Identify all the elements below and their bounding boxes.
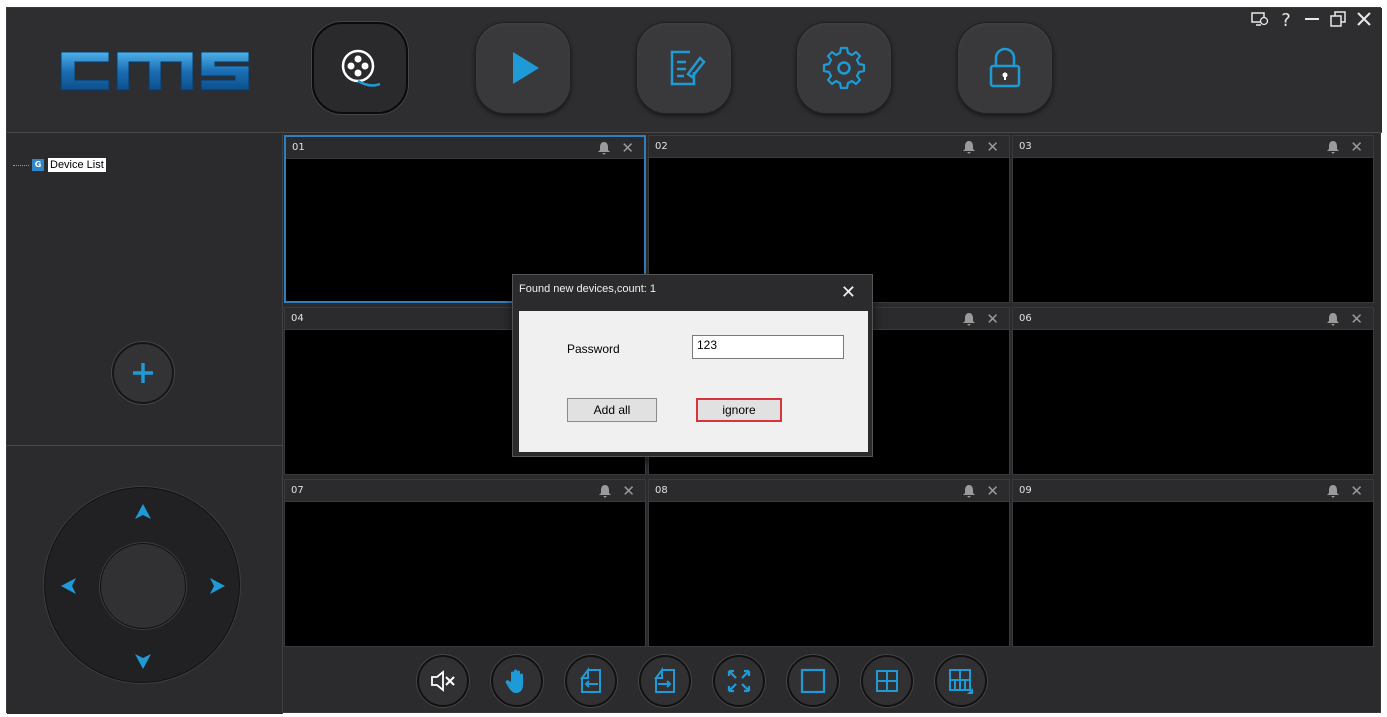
- import-icon: [580, 667, 601, 693]
- video-cell-09[interactable]: 09 ✕: [1012, 479, 1374, 647]
- left-panel: G Device List: [7, 134, 283, 714]
- dialog-close-button[interactable]: ✕: [841, 284, 856, 302]
- gear-icon: [822, 46, 866, 90]
- single-layout-button[interactable]: [787, 655, 839, 707]
- dialog-body: Password 123 Add all ignore: [519, 311, 868, 452]
- group-icon: G: [32, 159, 44, 171]
- monitor-settings-icon[interactable]: [1250, 10, 1270, 32]
- arrow-right-icon[interactable]: [207, 576, 227, 596]
- cell-header: 06 ✕: [1013, 308, 1373, 330]
- fullscreen-icon: [727, 669, 751, 693]
- bell-icon[interactable]: [962, 140, 976, 154]
- bell-icon[interactable]: [1326, 140, 1340, 154]
- cell-header: 09 ✕: [1013, 480, 1373, 502]
- fullscreen-button[interactable]: [713, 655, 765, 707]
- export-icon: [654, 667, 675, 693]
- film-reel-icon: [341, 49, 381, 87]
- bell-icon[interactable]: [597, 141, 611, 155]
- video-cell-06[interactable]: 06 ✕: [1012, 307, 1374, 475]
- cell-header: 02 ✕: [649, 136, 1009, 158]
- app-window: ? G Device List 01 ✕ 02 ✕ 03 ✕ 04 ✕ 06 ✕…: [0, 0, 1387, 717]
- cell-label: 01: [292, 142, 305, 153]
- nav-log-button[interactable]: [636, 22, 732, 114]
- video-cell-08[interactable]: 08 ✕: [648, 479, 1010, 647]
- main-window: ? G Device List 01 ✕ 02 ✕ 03 ✕ 04 ✕ 06 ✕…: [6, 7, 1382, 714]
- edit-document-icon: [670, 50, 706, 86]
- single-layout-icon: [800, 668, 826, 694]
- password-label: Password: [567, 342, 620, 356]
- mute-icon: [431, 670, 455, 692]
- mute-button[interactable]: [417, 655, 469, 707]
- bell-icon[interactable]: [962, 484, 976, 498]
- cell-label: 02: [655, 141, 668, 152]
- nav-preview-button[interactable]: [312, 22, 408, 114]
- cell-header: 08 ✕: [649, 480, 1009, 502]
- play-icon: [513, 52, 539, 84]
- import-button[interactable]: [565, 655, 617, 707]
- hand-button[interactable]: [491, 655, 543, 707]
- close-icon[interactable]: ✕: [1350, 483, 1363, 498]
- dialog-title: Found new devices,count: 1: [519, 283, 656, 295]
- lock-icon: [989, 47, 1021, 88]
- add-device-button[interactable]: [112, 342, 174, 404]
- tree-connector: [13, 164, 29, 166]
- close-icon[interactable]: ✕: [986, 483, 999, 498]
- window-controls: ?: [1250, 10, 1374, 32]
- ptz-center-button[interactable]: [100, 543, 186, 629]
- quad-layout-icon: [876, 670, 898, 692]
- restore-icon[interactable]: [1328, 10, 1348, 32]
- bell-icon[interactable]: [1326, 484, 1340, 498]
- cell-header: 01 ✕: [286, 137, 644, 159]
- close-icon[interactable]: ✕: [621, 140, 634, 155]
- nav-settings-button[interactable]: [796, 22, 892, 114]
- cell-label: 09: [1019, 485, 1032, 496]
- close-icon[interactable]: ✕: [986, 311, 999, 326]
- video-cell-03[interactable]: 03 ✕: [1012, 135, 1374, 303]
- bell-icon[interactable]: [962, 312, 976, 326]
- header-bar: ?: [7, 8, 1382, 133]
- device-tree: G Device List: [13, 158, 106, 172]
- nav-playback-button[interactable]: [475, 22, 571, 114]
- cell-label: 03: [1019, 141, 1032, 152]
- video-cell-07[interactable]: 07 ✕: [284, 479, 646, 647]
- hand-icon: [505, 669, 523, 693]
- found-devices-dialog: Found new devices,count: 1 ✕ Password 12…: [512, 274, 873, 457]
- custom-layout-button[interactable]: [935, 655, 987, 707]
- close-icon[interactable]: ✕: [986, 139, 999, 154]
- panel-divider: [7, 445, 283, 446]
- cell-label: 08: [655, 485, 668, 496]
- bell-icon[interactable]: [598, 484, 612, 498]
- export-button[interactable]: [639, 655, 691, 707]
- nav-lock-button[interactable]: [957, 22, 1053, 114]
- arrow-down-icon[interactable]: [133, 651, 153, 671]
- add-all-button[interactable]: Add all: [567, 398, 657, 422]
- cell-label: 07: [291, 485, 304, 496]
- cms-logo: [60, 51, 250, 91]
- bell-icon[interactable]: [1326, 312, 1340, 326]
- ptz-control: [44, 487, 240, 683]
- close-icon[interactable]: ✕: [622, 483, 635, 498]
- cell-header: 03 ✕: [1013, 136, 1373, 158]
- arrow-left-icon[interactable]: [59, 576, 79, 596]
- custom-layout-icon: [949, 669, 973, 694]
- cell-header: 07 ✕: [285, 480, 645, 502]
- plus-icon: [133, 363, 153, 383]
- arrow-up-icon[interactable]: [133, 502, 153, 522]
- help-icon[interactable]: ?: [1276, 10, 1296, 32]
- minimize-icon[interactable]: [1302, 10, 1322, 32]
- tree-item-device-list[interactable]: Device List: [48, 158, 106, 172]
- ignore-button[interactable]: ignore: [696, 398, 782, 422]
- bottom-toolbar: [417, 655, 987, 707]
- close-icon[interactable]: [1354, 10, 1374, 32]
- cell-label: 06: [1019, 313, 1032, 324]
- close-icon[interactable]: ✕: [1350, 311, 1363, 326]
- top-margin: [0, 0, 1387, 7]
- close-icon[interactable]: ✕: [1350, 139, 1363, 154]
- password-input[interactable]: 123: [692, 335, 844, 359]
- quad-layout-button[interactable]: [861, 655, 913, 707]
